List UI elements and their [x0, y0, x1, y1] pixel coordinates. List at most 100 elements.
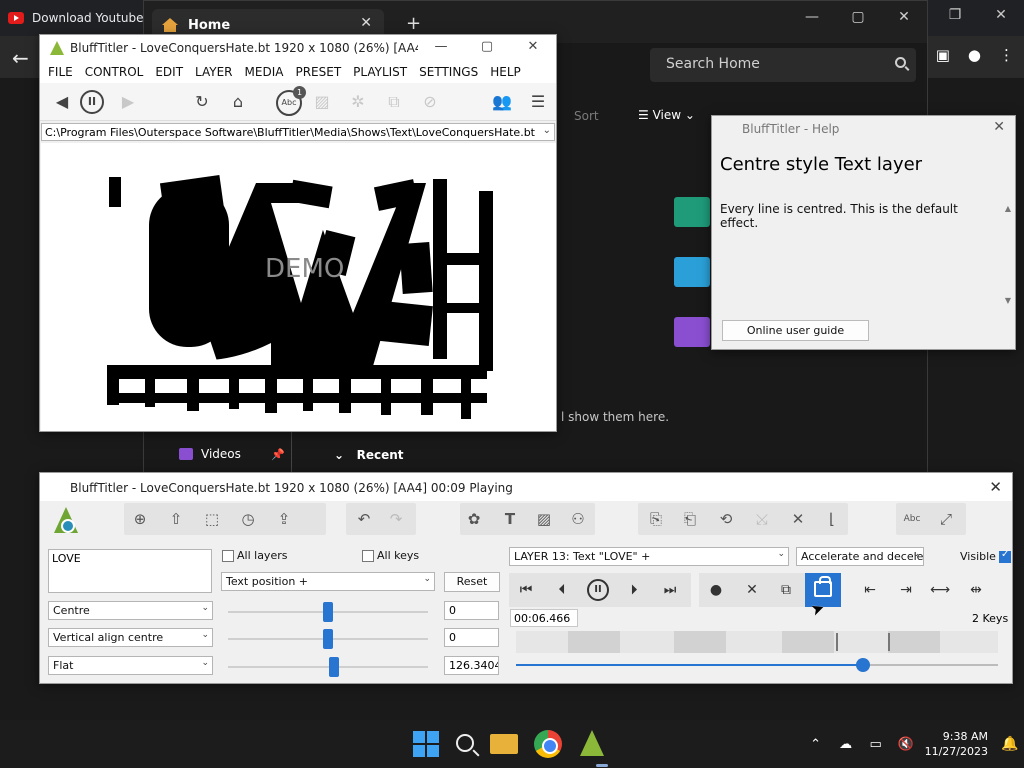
- easing-dropdown[interactable]: Accelerate and decele ⌄: [796, 547, 924, 566]
- menu-playlist[interactable]: PLAYLIST: [353, 61, 412, 83]
- value-y-field[interactable]: 0: [444, 628, 499, 647]
- record-key-icon[interactable]: ●: [705, 579, 727, 601]
- downloads-folder-icon[interactable]: [674, 197, 710, 227]
- menu-preset[interactable]: PRESET: [295, 61, 346, 83]
- new-tab-icon[interactable]: +: [406, 13, 421, 34]
- jump-prev-key-icon[interactable]: ⇤: [859, 579, 881, 601]
- shape-layer-icon[interactable]: ✿: [464, 509, 484, 529]
- layer-parent-icon[interactable]: ⎘: [646, 509, 666, 529]
- layer-link-icon[interactable]: ⟲: [716, 509, 736, 529]
- menu-edit[interactable]: EDIT: [155, 61, 188, 83]
- nav-item-videos[interactable]: Videos: [179, 447, 241, 461]
- current-time-field[interactable]: 00:06.466: [510, 609, 578, 627]
- export-icon[interactable]: ⇪: [274, 509, 294, 529]
- menu-settings[interactable]: SETTINGS: [419, 61, 483, 83]
- minimize-icon[interactable]: —: [418, 35, 464, 61]
- minimize-icon[interactable]: —: [789, 5, 835, 29]
- shape-dropdown[interactable]: Flat ⌄: [48, 656, 213, 675]
- reload-icon[interactable]: ↻: [190, 90, 214, 114]
- layer-unlink-icon[interactable]: ⤩: [752, 509, 772, 529]
- close-icon[interactable]: ✕: [993, 119, 1005, 135]
- layer-text-input[interactable]: LOVE: [48, 549, 212, 593]
- prev-show-icon[interactable]: ◀: [50, 90, 74, 114]
- restore-icon[interactable]: ❐: [932, 0, 978, 32]
- network-icon[interactable]: ▭: [861, 737, 891, 752]
- add-layer-icon[interactable]: ⊕: [130, 509, 150, 529]
- menu-layer[interactable]: LAYER: [195, 61, 238, 83]
- step-forward-icon[interactable]: ⏵: [623, 579, 645, 601]
- notification-bell-icon[interactable]: 🔔: [996, 736, 1024, 752]
- visible-checkbox[interactable]: Visible: [960, 549, 1011, 563]
- sort-button[interactable]: Sort: [574, 109, 599, 123]
- pause-icon[interactable]: II: [80, 90, 104, 114]
- particles-layer-icon[interactable]: ⚇: [568, 509, 588, 529]
- blufftitler-taskbar-icon[interactable]: [578, 730, 606, 758]
- layer-dropdown[interactable]: LAYER 13: Text "LOVE" + ⌄: [509, 547, 789, 566]
- open-folder-icon[interactable]: ⇧: [166, 509, 186, 529]
- reset-button[interactable]: Reset: [444, 572, 500, 592]
- online-guide-button[interactable]: Online user guide: [722, 320, 869, 341]
- undo-icon[interactable]: ↶: [354, 509, 374, 529]
- search-icon[interactable]: [456, 734, 474, 752]
- back-arrow-icon[interactable]: ←: [12, 46, 29, 70]
- copy-key-icon[interactable]: ⧉: [775, 579, 797, 601]
- picture-layer-icon[interactable]: ▨: [534, 509, 554, 529]
- forward-end-icon[interactable]: ⏭: [659, 579, 681, 601]
- close-icon[interactable]: ✕: [978, 0, 1024, 32]
- speaker-muted-icon[interactable]: 🔇: [891, 737, 921, 752]
- tab-close-icon[interactable]: ✕: [360, 15, 372, 31]
- show-path-combobox[interactable]: C:\Program Files\Outerspace Software\Blu…: [41, 123, 555, 141]
- close-icon[interactable]: ✕: [510, 35, 556, 61]
- scroll-down-icon[interactable]: ▼: [1005, 296, 1011, 305]
- explorer-search-input[interactable]: Search Home: [650, 48, 916, 82]
- kebab-menu-icon[interactable]: ⋮: [999, 46, 1014, 64]
- home-icon[interactable]: ⌂: [226, 90, 250, 114]
- file-explorer-icon[interactable]: [490, 734, 518, 754]
- pause-icon[interactable]: II: [587, 579, 609, 601]
- effects-icon[interactable]: ✲: [346, 90, 370, 114]
- abc-expand-icon[interactable]: Abc: [902, 509, 922, 529]
- taskbar-clock[interactable]: 9:38 AM 11/27/2023: [921, 729, 996, 759]
- close-icon[interactable]: ✕: [989, 478, 1002, 496]
- preview-canvas[interactable]: DEMO: [41, 143, 556, 431]
- text-layer-icon[interactable]: T: [500, 509, 520, 529]
- slider-y-thumb[interactable]: [323, 629, 333, 649]
- collapse-keys-icon[interactable]: ⇹: [965, 579, 987, 601]
- hamburger-menu-icon[interactable]: ☰: [526, 90, 550, 114]
- valign-dropdown[interactable]: Vertical align centre ⌄: [48, 628, 213, 647]
- view-button[interactable]: ☰ View ⌄: [638, 108, 695, 122]
- abc-text-icon[interactable]: Abc 1: [276, 86, 306, 116]
- menu-control[interactable]: CONTROL: [85, 61, 149, 83]
- keyframe-marker[interactable]: [888, 633, 890, 651]
- start-windows-icon[interactable]: [412, 730, 440, 758]
- profile-icon[interactable]: ●: [968, 46, 981, 64]
- crop-frame-icon[interactable]: ⬚: [202, 509, 222, 529]
- slider-x-thumb[interactable]: [323, 602, 333, 622]
- keyframe-marker[interactable]: [836, 633, 838, 651]
- clock-icon[interactable]: ◷: [238, 509, 258, 529]
- picture-expand-icon[interactable]: ⤢: [936, 509, 956, 529]
- rewind-start-icon[interactable]: ⏮: [515, 579, 537, 601]
- chevron-up-icon[interactable]: ⌃: [801, 737, 831, 752]
- maximize-icon[interactable]: ▢: [464, 35, 510, 61]
- slider-z-thumb[interactable]: [329, 657, 339, 677]
- prohibit-icon[interactable]: ⊘: [418, 90, 442, 114]
- layer-child-icon[interactable]: ⎗: [680, 509, 700, 529]
- redo-icon[interactable]: ↷: [386, 509, 406, 529]
- videos-folder-icon[interactable]: [674, 317, 710, 347]
- property-dropdown[interactable]: Text position + ⌄: [221, 572, 435, 591]
- pin-icon[interactable]: 📌: [271, 448, 285, 461]
- next-show-icon[interactable]: ▶: [116, 90, 140, 114]
- value-x-field[interactable]: 0: [444, 601, 499, 620]
- menu-help[interactable]: HELP: [490, 61, 526, 83]
- playhead-thumb[interactable]: [856, 658, 871, 672]
- cloud-off-icon[interactable]: ☁: [831, 737, 861, 752]
- scroll-up-icon[interactable]: ▲: [1005, 204, 1011, 213]
- sidebar-icon[interactable]: ▣: [936, 46, 950, 64]
- slider-z-track[interactable]: [228, 666, 428, 668]
- maximize-icon[interactable]: ▢: [835, 5, 881, 29]
- menu-file[interactable]: FILE: [48, 61, 78, 83]
- menu-media[interactable]: MEDIA: [245, 61, 289, 83]
- image-icon[interactable]: ▨: [310, 90, 334, 114]
- chrome-tab[interactable]: Download Youtube: [8, 4, 143, 32]
